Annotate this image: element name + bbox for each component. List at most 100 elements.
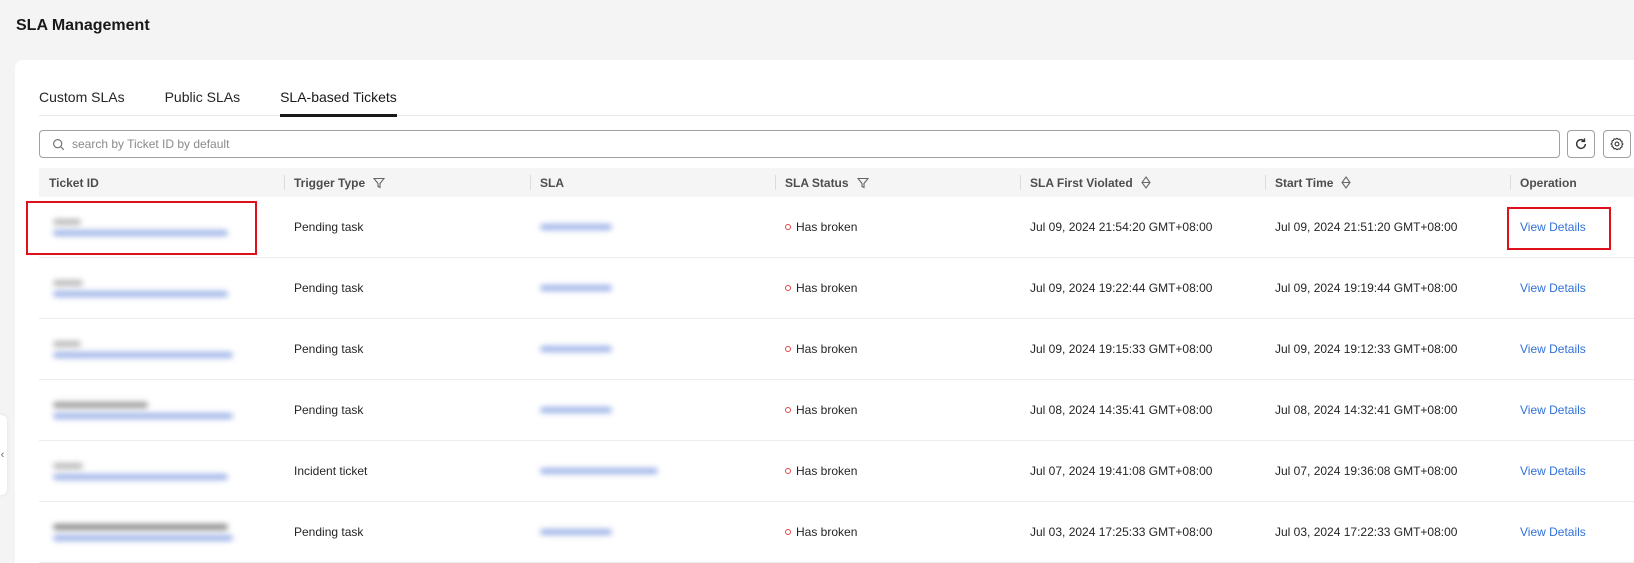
ticket-id-cell [39, 197, 284, 258]
operation-cell: View Details [1510, 441, 1634, 502]
status-broken-icon [785, 529, 791, 535]
sidebar-collapse-handle[interactable]: ‹ [0, 415, 7, 495]
column-label: Ticket ID [49, 175, 99, 190]
table-row: Pending task Has broken Jul 09, 2024 21:… [39, 197, 1634, 258]
sla-cell [530, 197, 775, 258]
tab-custom-slas[interactable]: Custom SLAs [39, 80, 125, 116]
status-text: Has broken [796, 525, 858, 539]
ticket-id-cell [39, 502, 284, 563]
sla-status-cell: Has broken [775, 197, 1020, 258]
view-details-link[interactable]: View Details [1520, 464, 1586, 478]
sla-cell [530, 502, 775, 563]
column-header-trigger-type: Trigger Type [284, 168, 530, 197]
sla-link-redacted[interactable] [540, 529, 612, 535]
start-time-cell: Jul 07, 2024 19:36:08 GMT+08:00 [1275, 464, 1458, 478]
sla-tickets-table: Ticket ID Trigger Type SLA SLA Status SL… [39, 168, 1634, 563]
view-details-link[interactable]: View Details [1520, 342, 1586, 356]
sla-status-cell: Has broken [775, 258, 1020, 319]
table-header: Ticket ID Trigger Type SLA SLA Status SL… [39, 168, 1634, 197]
ticket-id-link-redacted[interactable] [49, 279, 228, 297]
table-row: Pending task Has broken Jul 09, 2024 19:… [39, 319, 1634, 380]
status-broken-icon [785, 346, 791, 352]
column-header-sla-first-violated: SLA First Violated [1020, 168, 1265, 197]
sla-cell [530, 258, 775, 319]
status-broken-icon [785, 285, 791, 291]
operation-cell: View Details [1510, 197, 1634, 258]
ticket-id-cell [39, 441, 284, 502]
first-violated-cell: Jul 03, 2024 17:25:33 GMT+08:00 [1030, 525, 1213, 539]
sla-link-redacted[interactable] [540, 285, 612, 291]
filter-icon[interactable] [856, 177, 869, 189]
column-header-operation: Operation [1510, 168, 1634, 197]
operation-cell: View Details [1510, 380, 1634, 441]
sla-link-redacted[interactable] [540, 224, 612, 230]
search-input[interactable] [72, 137, 1522, 151]
tab-bar: Custom SLAs Public SLAs SLA-based Ticket… [39, 80, 1634, 117]
sla-link-redacted[interactable] [540, 407, 612, 413]
operation-cell: View Details [1510, 319, 1634, 380]
first-violated-cell: Jul 09, 2024 19:15:33 GMT+08:00 [1030, 342, 1213, 356]
view-details-link[interactable]: View Details [1520, 281, 1586, 295]
trigger-type-cell: Pending task [294, 525, 364, 539]
sla-link-redacted[interactable] [540, 346, 612, 352]
ticket-id-link-redacted[interactable] [49, 462, 228, 480]
status-text: Has broken [796, 220, 858, 234]
start-time-cell: Jul 08, 2024 14:32:41 GMT+08:00 [1275, 403, 1458, 417]
status-broken-icon [785, 468, 791, 474]
table-row: Pending task Has broken Jul 08, 2024 14:… [39, 380, 1634, 441]
column-label: SLA First Violated [1030, 175, 1133, 190]
chevron-left-icon: ‹ [0, 449, 5, 461]
view-details-link[interactable]: View Details [1520, 403, 1586, 417]
column-label: Operation [1520, 175, 1577, 190]
ticket-id-cell [39, 258, 284, 319]
page-title: SLA Management [16, 17, 150, 34]
sort-icon[interactable] [1141, 176, 1151, 189]
ticket-id-link-redacted[interactable] [49, 523, 233, 541]
sla-status-cell: Has broken [775, 319, 1020, 380]
search-box [39, 130, 1560, 158]
operation-cell: View Details [1510, 258, 1634, 319]
ticket-id-link-redacted[interactable] [49, 340, 233, 358]
column-label: Start Time [1275, 175, 1334, 190]
column-label: SLA Status [785, 175, 849, 190]
ticket-id-link-redacted[interactable] [49, 218, 228, 236]
sla-status-cell: Has broken [775, 380, 1020, 441]
operation-cell: View Details [1510, 502, 1634, 563]
status-text: Has broken [796, 403, 858, 417]
sla-cell [530, 380, 775, 441]
sla-link-redacted[interactable] [540, 468, 658, 474]
trigger-type-cell: Pending task [294, 342, 364, 356]
sla-cell [530, 441, 775, 502]
status-broken-icon [785, 224, 791, 230]
ticket-id-cell [39, 319, 284, 380]
start-time-cell: Jul 09, 2024 19:12:33 GMT+08:00 [1275, 342, 1458, 356]
view-details-link[interactable]: View Details [1520, 525, 1586, 539]
status-text: Has broken [796, 342, 858, 356]
sort-icon[interactable] [1341, 176, 1352, 189]
table-settings-button[interactable] [1603, 130, 1631, 158]
trigger-type-cell: Incident ticket [294, 464, 368, 478]
status-text: Has broken [796, 464, 858, 478]
column-header-sla-status: SLA Status [775, 168, 1020, 197]
table-row: Pending task Has broken Jul 03, 2024 17:… [39, 502, 1634, 563]
column-header-start-time: Start Time [1265, 168, 1510, 197]
trigger-type-cell: Pending task [294, 403, 364, 417]
ticket-id-cell [39, 380, 284, 441]
first-violated-cell: Jul 07, 2024 19:41:08 GMT+08:00 [1030, 464, 1213, 478]
search-icon [53, 138, 65, 150]
first-violated-cell: Jul 09, 2024 19:22:44 GMT+08:00 [1030, 281, 1213, 295]
tab-public-slas[interactable]: Public SLAs [165, 80, 240, 116]
column-label: SLA [540, 175, 564, 190]
ticket-id-link-redacted[interactable] [49, 401, 233, 419]
sla-status-cell: Has broken [775, 502, 1020, 563]
gear-icon [1610, 137, 1624, 151]
column-header-sla: SLA [530, 168, 775, 197]
first-violated-cell: Jul 09, 2024 21:54:20 GMT+08:00 [1030, 220, 1213, 234]
first-violated-cell: Jul 08, 2024 14:35:41 GMT+08:00 [1030, 403, 1213, 417]
tab-sla-based-tickets[interactable]: SLA-based Tickets [280, 80, 397, 117]
filter-icon[interactable] [373, 177, 386, 189]
refresh-button[interactable] [1567, 130, 1595, 158]
view-details-link[interactable]: View Details [1520, 220, 1586, 234]
refresh-icon [1575, 138, 1587, 150]
start-time-cell: Jul 03, 2024 17:22:33 GMT+08:00 [1275, 525, 1458, 539]
